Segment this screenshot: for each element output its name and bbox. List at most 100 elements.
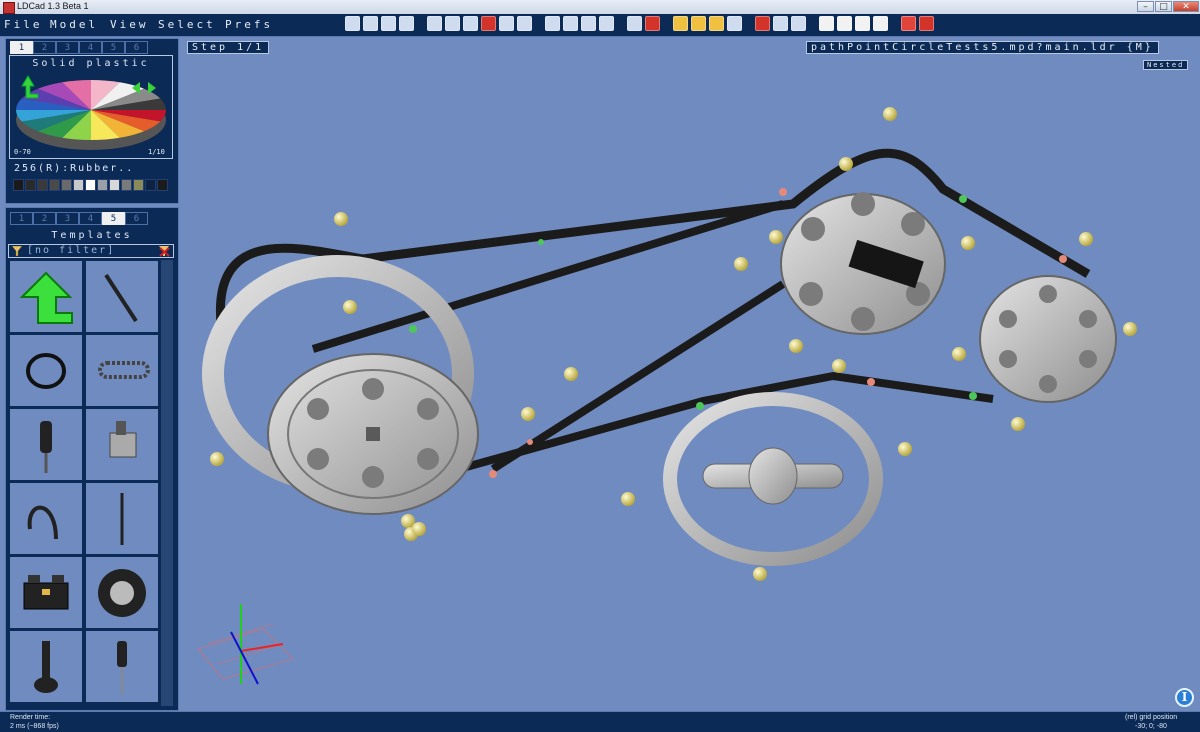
recent-color-swatch[interactable]	[145, 179, 156, 191]
favorite-add-icon[interactable]	[901, 16, 916, 31]
template-scrollbar[interactable]	[161, 260, 173, 706]
recent-color-swatch[interactable]	[97, 179, 108, 191]
menu-view[interactable]: View	[110, 18, 149, 31]
template-tab-1[interactable]: 1	[10, 212, 33, 225]
3d-viewport[interactable]	[183, 39, 1197, 709]
rotate-center-icon[interactable]	[855, 16, 870, 31]
save-icon[interactable]	[381, 16, 396, 31]
hide-icon[interactable]	[755, 16, 770, 31]
new-file-icon[interactable]	[345, 16, 360, 31]
template-tab-3[interactable]: 3	[56, 212, 79, 225]
nav-last-icon[interactable]	[599, 16, 614, 31]
path-handle[interactable]	[210, 452, 224, 466]
template-tab-5[interactable]: 5	[102, 212, 125, 225]
grid-icon[interactable]	[709, 16, 724, 31]
open-file-icon[interactable]	[363, 16, 378, 31]
pulley-large[interactable]	[267, 353, 479, 515]
path-handle[interactable]	[1011, 417, 1025, 431]
pulley-top-right[interactable]	[780, 192, 946, 335]
path-handle[interactable]	[839, 157, 853, 171]
path-handle[interactable]	[789, 339, 803, 353]
info-icon[interactable]: I	[1175, 688, 1194, 707]
isolate-icon[interactable]	[791, 16, 806, 31]
color-tab-3[interactable]: 3	[56, 41, 79, 54]
menu-model[interactable]: Model	[50, 18, 98, 31]
color-tab-4[interactable]: 4	[79, 41, 102, 54]
recent-color-swatch[interactable]	[25, 179, 36, 191]
recent-color-swatch[interactable]	[121, 179, 132, 191]
wheel-lower[interactable]	[663, 392, 883, 566]
recent-color-swatch[interactable]	[157, 179, 168, 191]
favorite-remove-icon[interactable]	[919, 16, 934, 31]
path-handle[interactable]	[769, 230, 783, 244]
move-icon[interactable]	[819, 16, 834, 31]
color-tab-1[interactable]: 1	[10, 41, 33, 54]
add-step-icon[interactable]	[627, 16, 642, 31]
recent-color-swatch[interactable]	[61, 179, 72, 191]
path-handle[interactable]	[734, 257, 748, 271]
template-filter-bar[interactable]: [no filter]	[8, 244, 174, 258]
pulley-right[interactable]	[979, 275, 1117, 403]
recent-color-swatch[interactable]	[73, 179, 84, 191]
path-handle[interactable]	[334, 212, 348, 226]
next-page-icon[interactable]	[148, 82, 156, 94]
lever-template[interactable]	[9, 630, 83, 703]
paste-icon[interactable]	[499, 16, 514, 31]
path-handle[interactable]	[343, 300, 357, 314]
close-icon[interactable]: ✕	[1173, 1, 1199, 12]
path-handle[interactable]	[961, 236, 975, 250]
menu-select[interactable]: Select	[158, 18, 216, 31]
nav-prev-icon[interactable]	[563, 16, 578, 31]
path-handle[interactable]	[832, 359, 846, 373]
path-handle[interactable]	[883, 107, 897, 121]
copy-icon[interactable]	[463, 16, 478, 31]
template-tab-2[interactable]: 2	[33, 212, 56, 225]
recent-color-swatch[interactable]	[13, 179, 24, 191]
rubber-band-template[interactable]	[9, 334, 83, 407]
color-tab-5[interactable]: 5	[102, 41, 125, 54]
snap-icon[interactable]	[727, 16, 742, 31]
pneumatic-hose-template[interactable]	[9, 482, 83, 555]
path-handle[interactable]	[1079, 232, 1093, 246]
path-handle[interactable]	[952, 347, 966, 361]
color-tab-2[interactable]: 2	[33, 41, 56, 54]
path-handle[interactable]	[412, 522, 426, 536]
color-wheel[interactable]: 0-70 1/10	[10, 72, 172, 158]
color-tab-6[interactable]: 6	[125, 41, 148, 54]
recent-color-swatch[interactable]	[49, 179, 60, 191]
nav-next-icon[interactable]	[581, 16, 596, 31]
pneumatic-cylinder-template[interactable]	[9, 408, 83, 481]
menu-file[interactable]: File	[4, 18, 43, 31]
nav-first-icon[interactable]	[545, 16, 560, 31]
save-all-icon[interactable]	[399, 16, 414, 31]
paste-special-icon[interactable]	[517, 16, 532, 31]
spread-icon[interactable]	[873, 16, 888, 31]
string-template[interactable]	[85, 482, 159, 555]
cut-icon[interactable]	[481, 16, 496, 31]
path-handle[interactable]	[898, 442, 912, 456]
path-handle[interactable]	[564, 367, 578, 381]
recent-color-swatch[interactable]	[37, 179, 48, 191]
maximize-icon[interactable]: □	[1155, 1, 1172, 12]
color-pick-icon[interactable]	[691, 16, 706, 31]
tire-wheel-template[interactable]	[85, 556, 159, 629]
template-tab-4[interactable]: 4	[79, 212, 102, 225]
recent-color-swatch[interactable]	[133, 179, 144, 191]
template-tab-6[interactable]: 6	[125, 212, 148, 225]
undo-icon[interactable]	[427, 16, 442, 31]
menu-prefs[interactable]: Prefs	[225, 18, 273, 31]
pneumatic-switch-template[interactable]	[85, 408, 159, 481]
redo-icon[interactable]	[445, 16, 460, 31]
path-handle[interactable]	[521, 407, 535, 421]
filter-icon[interactable]	[12, 246, 22, 256]
recent-color-swatch[interactable]	[109, 179, 120, 191]
path-handle[interactable]	[753, 567, 767, 581]
rotate-icon[interactable]	[837, 16, 852, 31]
shock-absorber-template[interactable]	[85, 630, 159, 703]
clear-filter-icon[interactable]	[159, 246, 170, 257]
show-icon[interactable]	[773, 16, 788, 31]
minimize-icon[interactable]: –	[1137, 1, 1154, 12]
delete-step-icon[interactable]	[645, 16, 660, 31]
path-handle[interactable]	[621, 492, 635, 506]
brick-template[interactable]	[9, 556, 83, 629]
